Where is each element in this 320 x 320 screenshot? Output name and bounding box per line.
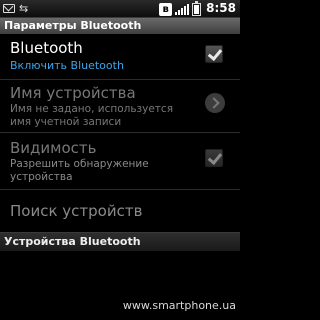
battery-icon [192, 0, 202, 16]
visibility-subtitle-line1: Разрешить обнаружение [10, 158, 149, 170]
visibility-row[interactable]: Видимость Разрешить обнаружение устройст… [0, 133, 240, 189]
status-time: 8:58 [206, 1, 236, 15]
usb-icon: ⇆ [19, 2, 29, 15]
device-name-title: Имя устройства [10, 84, 136, 102]
visibility-checkbox[interactable] [205, 149, 223, 167]
bluetooth-subtitle: Включить Bluetooth [10, 59, 124, 72]
notification-icons: ⇆ [3, 2, 28, 15]
visibility-subtitle-line2: устройства [10, 171, 73, 183]
bluetooth-title: Bluetooth [10, 39, 83, 57]
message-icon [3, 4, 15, 13]
page-title-bar: Параметры Bluetooth [0, 18, 240, 34]
bluetooth-icon: ʙ [159, 2, 173, 16]
signal-icon [175, 3, 190, 15]
bluetooth-devices-title: Устройства Bluetooth [4, 235, 141, 248]
device-name-row[interactable]: Имя устройства Имя не задано, использует… [0, 80, 240, 132]
page-title: Параметры Bluetooth [4, 19, 142, 32]
device-name-subtitle-line2: имя учетной записи [10, 116, 122, 128]
bluetooth-checkbox[interactable] [205, 45, 223, 63]
visibility-title: Видимость [10, 139, 97, 157]
bluetooth-devices-header: Устройства Bluetooth [0, 232, 240, 251]
status-bar: ⇆ ʙ 8:58 [0, 0, 240, 18]
bluetooth-toggle-row[interactable]: Bluetooth Включить Bluetooth [0, 35, 240, 79]
watermark: www.smartphone.ua [122, 299, 236, 312]
system-icons: ʙ 8:58 [159, 0, 236, 16]
scan-devices-row[interactable]: Поиск устройств [0, 190, 240, 230]
chevron-right-icon[interactable] [205, 93, 225, 113]
device-name-subtitle-line1: Имя не задано, используется [10, 103, 174, 115]
scan-devices-title: Поиск устройств [10, 202, 143, 220]
